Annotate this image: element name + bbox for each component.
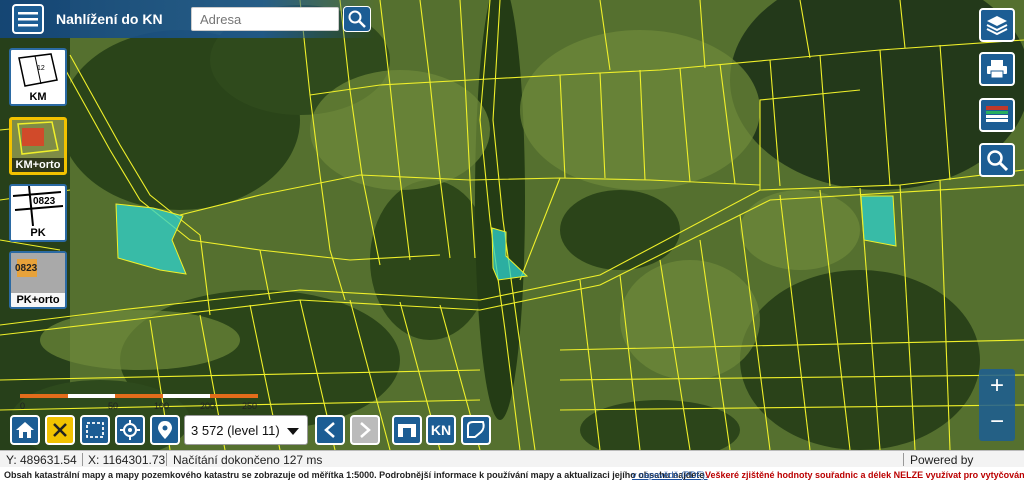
svg-text:0823: 0823 xyxy=(15,263,38,274)
legend-button[interactable] xyxy=(979,98,1015,132)
parcel-shape-icon xyxy=(467,421,485,438)
pk-thumbnail-icon: 0823 xyxy=(12,186,64,227)
map-canvas[interactable] xyxy=(0,0,1024,450)
divider xyxy=(82,453,83,466)
close-icon xyxy=(53,423,67,437)
home-button[interactable] xyxy=(10,415,40,445)
loading-status: Načítání dokončeno 127 ms xyxy=(173,453,323,467)
layers-icon xyxy=(986,16,1008,35)
zoom-control: + − xyxy=(979,369,1015,441)
layer-km-orto-label: KM+orto xyxy=(12,158,64,172)
parcel-shape-button[interactable] xyxy=(461,415,491,445)
svg-text:12: 12 xyxy=(37,65,45,72)
divider xyxy=(166,453,167,466)
layer-km-label: KM xyxy=(11,90,65,104)
scale-labels: 0 50 100 200 250 xyxy=(20,401,260,413)
kn-info-button[interactable]: KN xyxy=(426,415,456,445)
search-icon xyxy=(348,10,366,28)
clear-selection-button[interactable] xyxy=(45,415,75,445)
km-orto-thumbnail-icon xyxy=(12,120,64,158)
scale-label: 200 xyxy=(200,401,216,411)
select-rectangle-icon xyxy=(86,422,104,438)
scale-bar xyxy=(20,394,258,400)
search-icon xyxy=(987,150,1008,171)
top-bar: Nahlížení do KN xyxy=(0,0,375,38)
status-bar: Y: 489631.54 X: 1164301.73 Načítání doko… xyxy=(0,450,1024,481)
zoom-in-button[interactable]: + xyxy=(979,369,1015,405)
layer-km-orto-button[interactable]: KM+orto xyxy=(9,117,67,175)
chevron-right-icon xyxy=(360,422,371,438)
layer-km-button[interactable]: 12 KM xyxy=(9,48,67,106)
app-root: Nahlížení do KN 12 KM KM+orto 0823 xyxy=(0,0,1024,484)
pk-orto-thumbnail-icon: 0823 xyxy=(11,253,65,293)
address-search-input[interactable] xyxy=(191,7,339,31)
zoom-rectangle-button[interactable] xyxy=(80,415,110,445)
previous-view-button[interactable] xyxy=(315,415,345,445)
layer-pk-label: PK xyxy=(11,226,65,240)
search-parcel-button[interactable] xyxy=(979,143,1015,177)
scale-label: 50 xyxy=(108,401,119,411)
home-icon xyxy=(16,422,34,438)
measure-icon xyxy=(398,424,416,437)
chevron-down-icon xyxy=(287,428,299,435)
y-coordinate: Y: 489631.54 xyxy=(6,453,77,467)
svg-text:0823: 0823 xyxy=(33,196,56,207)
km-thumbnail-icon: 12 xyxy=(18,53,58,87)
legend-icon xyxy=(986,106,1008,122)
search-button[interactable] xyxy=(343,6,371,32)
scale-label: 100 xyxy=(154,401,170,411)
scale-label: 250 xyxy=(242,401,258,411)
map-scale-value: 3 572 (level 11) xyxy=(191,423,280,438)
hamburger-icon xyxy=(18,12,38,27)
footer-notice: Obsah katastrální mapy a mapy pozemkovéh… xyxy=(0,467,1024,484)
help-pdf-link[interactable]: v nápovědě (PDF). xyxy=(632,470,708,480)
map-scale-select[interactable]: 3 572 (level 11) xyxy=(184,415,308,445)
print-button[interactable] xyxy=(979,52,1015,86)
layer-pk-orto-button[interactable]: 0823 PK+orto xyxy=(9,251,67,309)
next-view-button[interactable] xyxy=(350,415,380,445)
footer-notice-text: Obsah katastrální mapy a mapy pozemkovéh… xyxy=(4,470,705,480)
layers-button[interactable] xyxy=(979,8,1015,42)
locate-me-button[interactable] xyxy=(115,415,145,445)
measure-button[interactable] xyxy=(392,415,422,445)
place-marker-button[interactable] xyxy=(150,415,180,445)
zoom-out-button[interactable]: − xyxy=(979,405,1015,441)
chevron-left-icon xyxy=(324,422,335,438)
divider xyxy=(903,453,904,466)
scale-label: 0 xyxy=(20,401,26,411)
layer-pk-orto-label: PK+orto xyxy=(11,293,65,307)
layer-pk-button[interactable]: 0823 PK xyxy=(9,184,67,242)
x-coordinate: X: 1164301.73 xyxy=(88,453,166,467)
crosshair-icon xyxy=(120,420,140,440)
footer-warning: Veškeré zjištěné hodnoty souřadnic a dél… xyxy=(705,470,1024,480)
app-title: Nahlížení do KN xyxy=(56,11,163,27)
print-icon xyxy=(987,60,1007,79)
kn-label: KN xyxy=(430,422,452,438)
map-pin-icon xyxy=(158,421,172,439)
menu-button[interactable] xyxy=(12,4,44,34)
